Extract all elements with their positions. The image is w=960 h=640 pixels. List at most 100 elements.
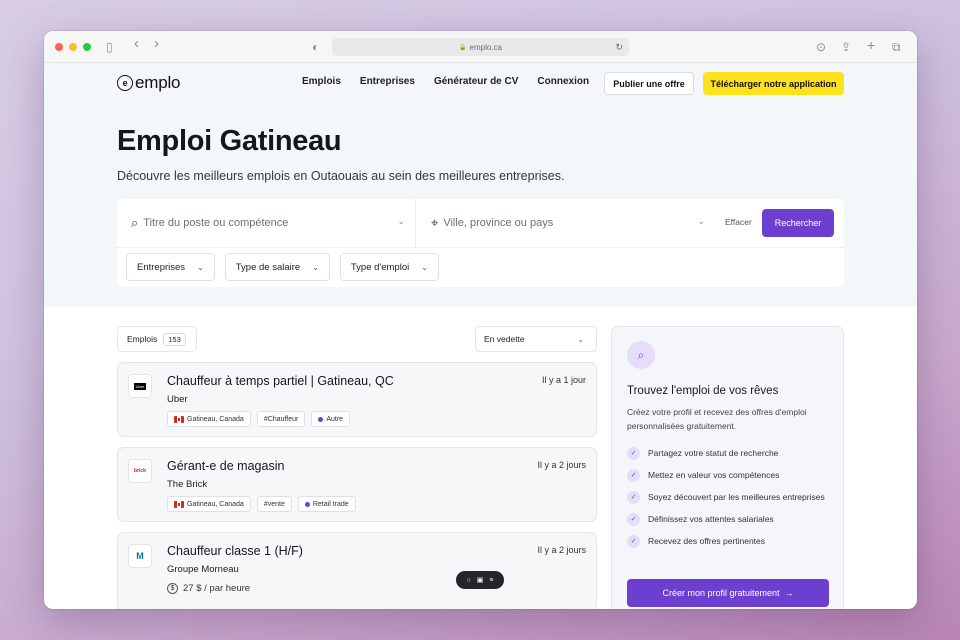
share-icon[interactable]: ⇪ xyxy=(841,39,851,55)
page-title: Emploi Gatineau xyxy=(117,125,342,157)
keyword-tag: #Chauffeur xyxy=(256,411,306,427)
location-input[interactable]: ⌖ Ville, province ou pays ⌄ xyxy=(431,199,715,247)
field-divider xyxy=(415,199,416,247)
job-title-input[interactable]: ⌕ Titre du poste ou compétence ⌄ xyxy=(131,199,415,247)
chevron-down-icon: ⌄ xyxy=(197,262,204,272)
page-subtitle: Découvre les meilleurs emplois en Outaou… xyxy=(117,169,565,183)
job-card[interactable]: M Chauffeur classe 1 (H/F) Groupe Mornea… xyxy=(117,532,597,609)
job-salary: $ 27 $ / par heure xyxy=(167,583,250,594)
chevron-down-icon: ⌄ xyxy=(397,216,405,226)
search-icon: ⌕ xyxy=(131,215,139,230)
back-icon[interactable]: ‹ xyxy=(134,36,139,52)
job-title[interactable]: Chauffeur à temps partiel | Gatineau, QC xyxy=(167,374,394,388)
tabs-overview-icon[interactable]: ⧉ xyxy=(892,39,901,55)
promo-description: Créez votre profil et recevez des offres… xyxy=(627,407,807,431)
browser-window: ▯ ‹ › ◐ 🔒 emplo.ca ↻ ⊙ ⇪ + ⧉ e emplo Emp… xyxy=(44,31,917,609)
location-tag: Gatineau, Canada xyxy=(167,411,251,427)
download-app-button[interactable]: Télécharger notre application xyxy=(703,72,844,95)
sort-value: En vedette xyxy=(484,334,525,344)
dollar-icon: $ xyxy=(167,583,178,594)
clear-button[interactable]: Effacer xyxy=(725,217,752,227)
hero-section: e emplo Emplois Entreprises Générateur d… xyxy=(44,63,917,307)
category-text: Retail trade xyxy=(312,500,349,508)
company-logo-text: M xyxy=(136,551,144,561)
nav-link-cv-generator[interactable]: Générateur de CV xyxy=(434,76,518,87)
location-text: Gatineau, Canada xyxy=(187,500,244,508)
filter-salary-type[interactable]: Type de salaire ⌄ xyxy=(224,253,330,281)
url-text: emplo.ca xyxy=(469,42,502,52)
benefit-text: Soyez découvert par les meilleures entre… xyxy=(648,492,825,502)
check-icon: ✓ xyxy=(627,491,640,504)
create-profile-button[interactable]: Créer mon profil gratuitement → xyxy=(627,579,829,607)
maximize-window-button[interactable] xyxy=(83,42,91,51)
benefits-list: ✓ Partagez votre statut de recherche ✓ Met… xyxy=(627,447,832,557)
download-icon[interactable]: ⊙ xyxy=(816,39,826,55)
jobs-count-badge: 153 xyxy=(163,332,186,346)
sort-select[interactable]: En vedette ⌄ xyxy=(475,326,597,352)
lock-icon: 🔒 xyxy=(459,44,467,51)
benefit-item: ✓ Recevez des offres pertinentes xyxy=(627,535,832,548)
create-profile-label: Créer mon profil gratuitement xyxy=(662,588,780,598)
filter-companies[interactable]: Entreprises ⌄ xyxy=(126,253,215,281)
benefit-item: ✓ Soyez découvert par les meilleures entr… xyxy=(627,491,832,504)
job-company: Groupe Morneau xyxy=(167,564,239,575)
promo-title: Trouvez l'emploi de vos rêves xyxy=(627,385,779,397)
nav-links: Emplois Entreprises Générateur de CV Con… xyxy=(302,76,589,87)
new-tab-icon[interactable]: + xyxy=(867,37,875,53)
filter-row: Entreprises ⌄ Type de salaire ⌄ Type d'e… xyxy=(126,253,439,281)
category-tag: Retail trade xyxy=(297,496,356,512)
job-company: The Brick xyxy=(167,479,208,490)
nav-link-entreprises[interactable]: Entreprises xyxy=(360,76,415,87)
nav-link-login[interactable]: Connexion xyxy=(537,76,589,87)
category-tag: Autre xyxy=(311,411,351,427)
job-card[interactable]: brick Gérant-e de magasin The Brick Il y… xyxy=(117,447,597,522)
location-text: Gatineau, Canada xyxy=(187,415,244,423)
check-icon: ✓ xyxy=(627,513,640,526)
search-card: ⌕ Titre du poste ou compétence ⌄ ⌖ Ville… xyxy=(117,199,844,287)
benefit-text: Recevez des offres pertinentes xyxy=(648,536,766,546)
job-company: Uber xyxy=(167,394,188,405)
canada-flag-icon xyxy=(174,415,184,423)
salary-text: 27 $ / par heure xyxy=(183,583,251,594)
chevron-down-icon: ⌄ xyxy=(312,262,319,272)
jobs-count-tab[interactable]: Emplois 153 xyxy=(117,326,197,352)
site-logo[interactable]: e emplo xyxy=(117,73,181,93)
company-logo-text: Uber xyxy=(133,382,147,390)
job-card[interactable]: Uber Chauffeur à temps partiel | Gatinea… xyxy=(117,362,597,437)
camera-icon[interactable]: ▣ xyxy=(477,576,484,584)
search-icon: ⌕ xyxy=(627,341,655,369)
minimize-window-button[interactable] xyxy=(69,42,77,51)
check-icon: ✓ xyxy=(627,535,640,548)
floating-toolbar: ○ ▣ ≡ xyxy=(456,571,504,589)
filter-label: Entreprises xyxy=(137,261,186,273)
menu-icon[interactable]: ≡ xyxy=(489,577,493,584)
job-posted-time: Il y a 1 jour xyxy=(541,375,586,385)
location-placeholder: Ville, province ou pays xyxy=(443,217,554,229)
check-icon: ✓ xyxy=(627,469,640,482)
category-dot-icon xyxy=(304,501,310,507)
filter-job-type[interactable]: Type d'emploi ⌄ xyxy=(339,253,439,281)
job-title[interactable]: Gérant-e de magasin xyxy=(167,459,284,473)
sidebar-toggle-icon[interactable]: ▯ xyxy=(106,39,113,55)
reload-icon[interactable]: ↻ xyxy=(615,42,623,53)
post-offer-button[interactable]: Publier une offre xyxy=(604,72,694,95)
top-nav: e emplo Emplois Entreprises Générateur d… xyxy=(44,63,917,103)
search-button[interactable]: Rechercher xyxy=(762,209,834,237)
jobs-count-label: Emplois xyxy=(127,334,158,344)
search-divider xyxy=(117,247,844,248)
shield-icon[interactable]: ◐ xyxy=(312,39,319,55)
chat-icon[interactable]: ○ xyxy=(467,577,471,584)
profile-promo-card: ⌕ Trouvez l'emploi de vos rêves Créez vo… xyxy=(611,326,844,609)
window-controls xyxy=(55,42,91,51)
close-window-button[interactable] xyxy=(55,42,63,51)
benefit-text: Définissez vos attentes salariales xyxy=(648,514,774,524)
company-logo: Uber xyxy=(128,374,152,398)
filter-label: Type d'emploi xyxy=(350,261,410,273)
address-bar[interactable]: 🔒 emplo.ca ↻ xyxy=(332,38,629,56)
nav-link-emplois[interactable]: Emplois xyxy=(302,76,341,87)
job-title[interactable]: Chauffeur classe 1 (H/F) xyxy=(167,544,303,558)
forward-icon[interactable]: › xyxy=(154,36,159,52)
job-tags: Gatineau, Canada #Chauffeur Autre xyxy=(167,411,351,427)
chevron-down-icon: ⌄ xyxy=(697,216,705,226)
logo-text: emplo xyxy=(135,73,181,92)
